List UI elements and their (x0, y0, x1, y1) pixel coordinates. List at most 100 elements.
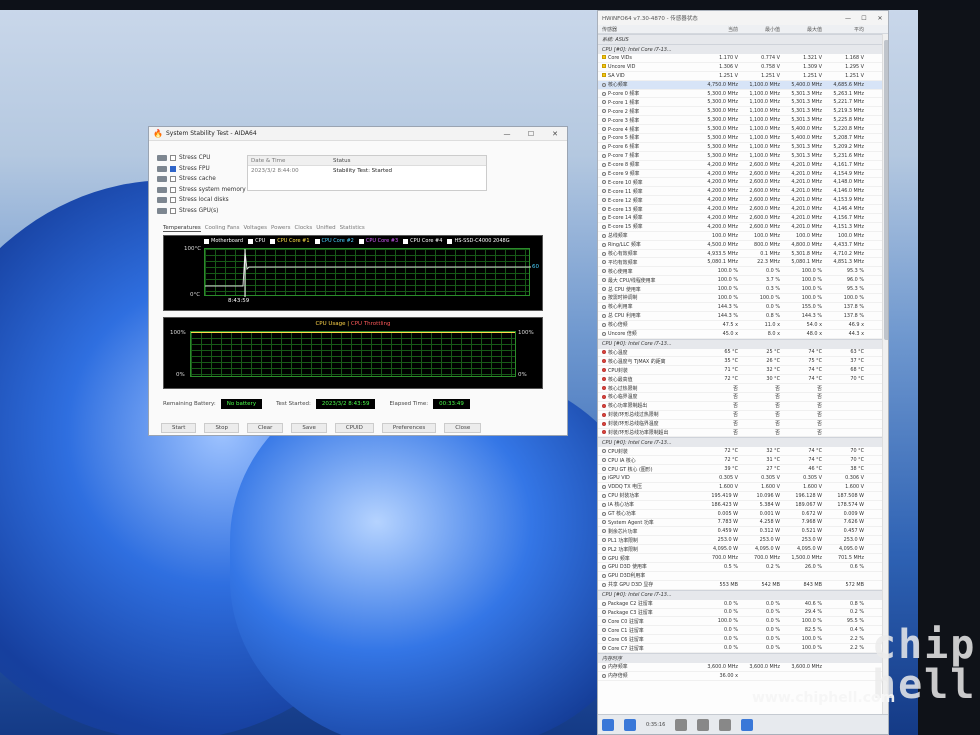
sensor-row[interactable]: Ring/LLC 频率 4,500.0 MHz 800.0 MHz 4,800.0 M… (598, 241, 882, 250)
stress-checkbox[interactable] (170, 186, 176, 193)
sensor-row[interactable]: P-core 3 频率 5,300.0 MHz 1,100.0 MHz 5,301.3… (598, 116, 882, 126)
sensor-row[interactable]: 封装/环形总线过热限制 否 否 否 (598, 411, 882, 420)
aida-button[interactable]: Save (291, 423, 327, 433)
sensor-row[interactable]: Core VIDs 1.170 V 0.774 V 1.321 V 1.168 V (598, 54, 882, 63)
header-min[interactable]: 最小值 (742, 26, 784, 33)
stress-option[interactable]: Stress system memory (157, 185, 247, 196)
legend-item[interactable]: CPU Core #3 (358, 238, 398, 244)
sensor-row[interactable]: 总 CPU 利用率 144.3 % 0.8 % 144.3 % 137.8 % (598, 312, 882, 321)
sensor-row[interactable]: P-core 7 频率 5,300.0 MHz 1,100.0 MHz 5,301.3… (598, 152, 882, 161)
minimize-button[interactable]: — (840, 15, 856, 22)
sensor-row[interactable]: 核心温度与 TjMAX 的距离 35 °C 26 °C 75 °C 37 °C (598, 357, 882, 367)
graph-tab[interactable]: Powers (271, 225, 291, 232)
sensor-group-header[interactable]: CPU [#0]: Intel Core i7-13... (598, 437, 882, 448)
sensor-group-header[interactable]: CPU [#0]: Intel Core i7-13... (598, 44, 882, 54)
aida-button[interactable]: Stop (204, 423, 239, 433)
graph-tab[interactable]: Clocks (294, 225, 312, 232)
sensor-row[interactable]: CPU 封装功率 195.419 W 10.096 W 196.128 W 187.50… (598, 492, 882, 501)
legend-checkbox[interactable] (403, 238, 409, 244)
sensor-row[interactable]: 内存频率 3,600.0 MHz 3,600.0 MHz 3,600.0 MHz (598, 663, 882, 672)
graph-tab[interactable]: Cooling Fans (205, 225, 240, 232)
sensor-row[interactable]: E-core 14 频率 4,200.0 MHz 2,600.0 MHz 4,201.… (598, 214, 882, 223)
report-icon[interactable] (697, 718, 710, 731)
header-max[interactable]: 最大值 (784, 26, 826, 33)
sensor-row[interactable]: GPU D3D 使用率 0.5 % 0.2 % 26.0 % 0.6 % (598, 563, 882, 572)
sensor-row[interactable]: CPU GT 核心 (图形) 39 °C 27 °C 46 °C 38 °C (598, 465, 882, 475)
sensor-group-header[interactable]: 系统: ASUS (598, 34, 882, 44)
sensor-row[interactable]: E-core 11 频率 4,200.0 MHz 2,600.0 MHz 4,201.… (598, 187, 882, 197)
sensor-row[interactable]: 封装/环形总线临界温度 否 否 否 (598, 420, 882, 429)
sensor-row[interactable]: Core C1 驻留率 0.0 % 0.0 % 82.5 % 0.4 % (598, 626, 882, 636)
stress-option[interactable]: Stress local disks (157, 195, 247, 206)
legend-item[interactable]: CPU (248, 238, 265, 244)
sensor-row[interactable]: 核心温度 65 °C 25 °C 74 °C 63 °C (598, 349, 882, 358)
sensor-row[interactable]: E-core 12 频率 4,200.0 MHz 2,600.0 MHz 4,201.… (598, 196, 882, 206)
aida-button[interactable]: Close (444, 423, 482, 433)
sensor-row[interactable]: E-core 10 频率 4,200.0 MHz 2,600.0 MHz 4,201.… (598, 178, 882, 188)
legend-checkbox[interactable] (314, 238, 320, 244)
sensor-row[interactable]: PL1 功率限制 253.0 W 253.0 W 253.0 W 253.0 W (598, 536, 882, 546)
stress-checkbox[interactable] (170, 207, 176, 214)
legend-checkbox[interactable] (270, 238, 276, 244)
sensor-row[interactable]: iGPU VID 0.305 V 0.305 V 0.305 V 0.306 V (598, 474, 882, 483)
sensor-row[interactable]: E-core 13 频率 4,200.0 MHz 2,600.0 MHz 4,201.… (598, 205, 882, 215)
sensor-row[interactable]: 总 CPU 使用率 100.0 % 0.3 % 100.0 % 95.3 % (598, 285, 882, 295)
stress-option[interactable]: Stress FPU (157, 164, 247, 175)
legend-item[interactable]: CPU Core #2 (314, 238, 354, 244)
sensor-row[interactable]: 核心临界温度 否 否 否 (598, 393, 882, 402)
sensor-row[interactable]: 核心使用率 100.0 % 0.0 % 100.0 % 95.3 % (598, 267, 882, 277)
stress-checkbox[interactable] (170, 176, 176, 183)
sensor-row[interactable]: GPU 频率 700.0 MHz 700.0 MHz 1,500.0 MHz 701.5… (598, 554, 882, 563)
sensor-row[interactable]: 剩余芯片功率 0.459 W 0.312 W 0.521 W 0.457 W (598, 527, 882, 537)
sensor-row[interactable]: P-core 2 频率 5,300.0 MHz 1,100.0 MHz 5,301.3… (598, 107, 882, 117)
legend-item[interactable]: CPU Core #1 (270, 238, 310, 244)
header-sensor[interactable]: 传感器 (598, 26, 700, 33)
sensor-row[interactable]: CPU IA 核心 72 °C 31 °C 74 °C 70 °C (598, 456, 882, 466)
sensor-row[interactable]: CPU封装 72 °C 32 °C 74 °C 70 °C (598, 447, 882, 457)
graph-tab[interactable]: Unified (316, 225, 335, 232)
sensor-row[interactable]: System Agent 功率 7.783 W 4.258 W 7.968 W 7.62… (598, 519, 882, 528)
legend-item[interactable]: HS-SSD-C4000 2048G (447, 238, 510, 244)
sensor-row[interactable]: 总线频率 100.0 MHz 100.0 MHz 100.0 MHz 100.0 MHz (598, 232, 882, 241)
graph-tab[interactable]: Temperatures (163, 225, 201, 232)
legend-item[interactable]: Motherboard (204, 238, 243, 244)
sensor-row[interactable]: 核心有效频率 4,933.5 MHz 0.1 MHz 5,301.8 MHz 4,710… (598, 250, 882, 259)
maximize-button[interactable]: ☐ (519, 130, 543, 138)
stress-checkbox[interactable] (170, 165, 176, 172)
stress-checkbox[interactable] (170, 197, 176, 204)
sensor-scrollbar[interactable] (882, 34, 888, 724)
sensor-row[interactable]: 内存倍频 36.00 x (598, 672, 882, 681)
close-sensors-icon[interactable] (741, 718, 754, 731)
sensor-row[interactable]: P-core 1 频率 5,300.0 MHz 1,100.0 MHz 5,301.3… (598, 98, 882, 108)
sensor-row[interactable]: IA 核心功率 186.423 W 5.384 W 189.067 W 178.574 … (598, 501, 882, 510)
sensor-row[interactable]: Core C6 驻留率 0.0 % 0.0 % 100.0 % 2.2 % (598, 635, 882, 645)
sensor-group-header[interactable]: CPU [#0]: Intel Core i7-13... (598, 338, 882, 349)
sensor-group-header[interactable]: CPU [#0]: Intel Core i7-13... (598, 589, 882, 600)
graph-tab[interactable]: Voltages (243, 225, 267, 232)
aida-button[interactable]: Preferences (381, 423, 437, 433)
sensor-row[interactable]: 核心利用率 144.3 % 0.0 % 155.0 % 137.8 % (598, 303, 882, 312)
sensor-row[interactable]: 最大 CPU/线程使用率 100.0 % 3.7 % 100.0 % 96.0 % (598, 276, 882, 286)
sensor-row[interactable]: Core C0 驻留率 100.0 % 0.0 % 100.0 % 95.5 % (598, 617, 882, 627)
sensor-row[interactable]: 共享 GPU D3D 显存 553 MB 542 MB 843 MB 572 MB (598, 581, 882, 590)
sensor-row[interactable]: P-core 6 频率 5,300.0 MHz 1,100.0 MHz 5,301.3… (598, 143, 882, 152)
sensor-row[interactable]: E-core 8 频率 4,200.0 MHz 2,600.0 MHz 4,201.0… (598, 161, 882, 170)
clock-icon[interactable] (675, 718, 688, 731)
close-button[interactable]: ✕ (543, 130, 567, 138)
sensor-row[interactable]: E-core 9 频率 4,200.0 MHz 2,600.0 MHz 4,201.0… (598, 170, 882, 179)
sensor-group-header[interactable]: 内存时序 (598, 653, 882, 663)
stress-checkbox[interactable] (170, 155, 176, 162)
sensor-row[interactable]: 核心过热限制 否 否 否 (598, 384, 882, 393)
sensor-row[interactable]: Package C3 驻留率 0.0 % 0.0 % 29.4 % 0.2 % (598, 609, 882, 618)
sensor-row[interactable]: 核心倍频 47.5 x 11.0 x 54.0 x 46.9 x (598, 321, 882, 330)
minimize-button[interactable]: — (495, 130, 519, 138)
legend-checkbox[interactable] (358, 238, 364, 244)
sensor-row[interactable]: P-core 5 频率 5,300.0 MHz 1,100.0 MHz 5,400.0… (598, 134, 882, 143)
sensor-row[interactable]: P-core 0 频率 5,300.0 MHz 1,100.0 MHz 5,301.3… (598, 90, 882, 99)
aida-button[interactable]: Start (161, 423, 197, 433)
stress-option[interactable]: Stress CPU (157, 153, 247, 164)
sensor-row[interactable]: 按需时钟调制 100.0 % 100.0 % 100.0 % 100.0 % (598, 294, 882, 303)
sensor-row[interactable]: Core C7 驻留率 0.0 % 0.0 % 100.0 % 2.2 % (598, 644, 882, 653)
sensor-row[interactable]: E-core 15 频率 4,200.0 MHz 2,600.0 MHz 4,201.… (598, 223, 882, 232)
close-button[interactable]: ✕ (872, 15, 888, 22)
